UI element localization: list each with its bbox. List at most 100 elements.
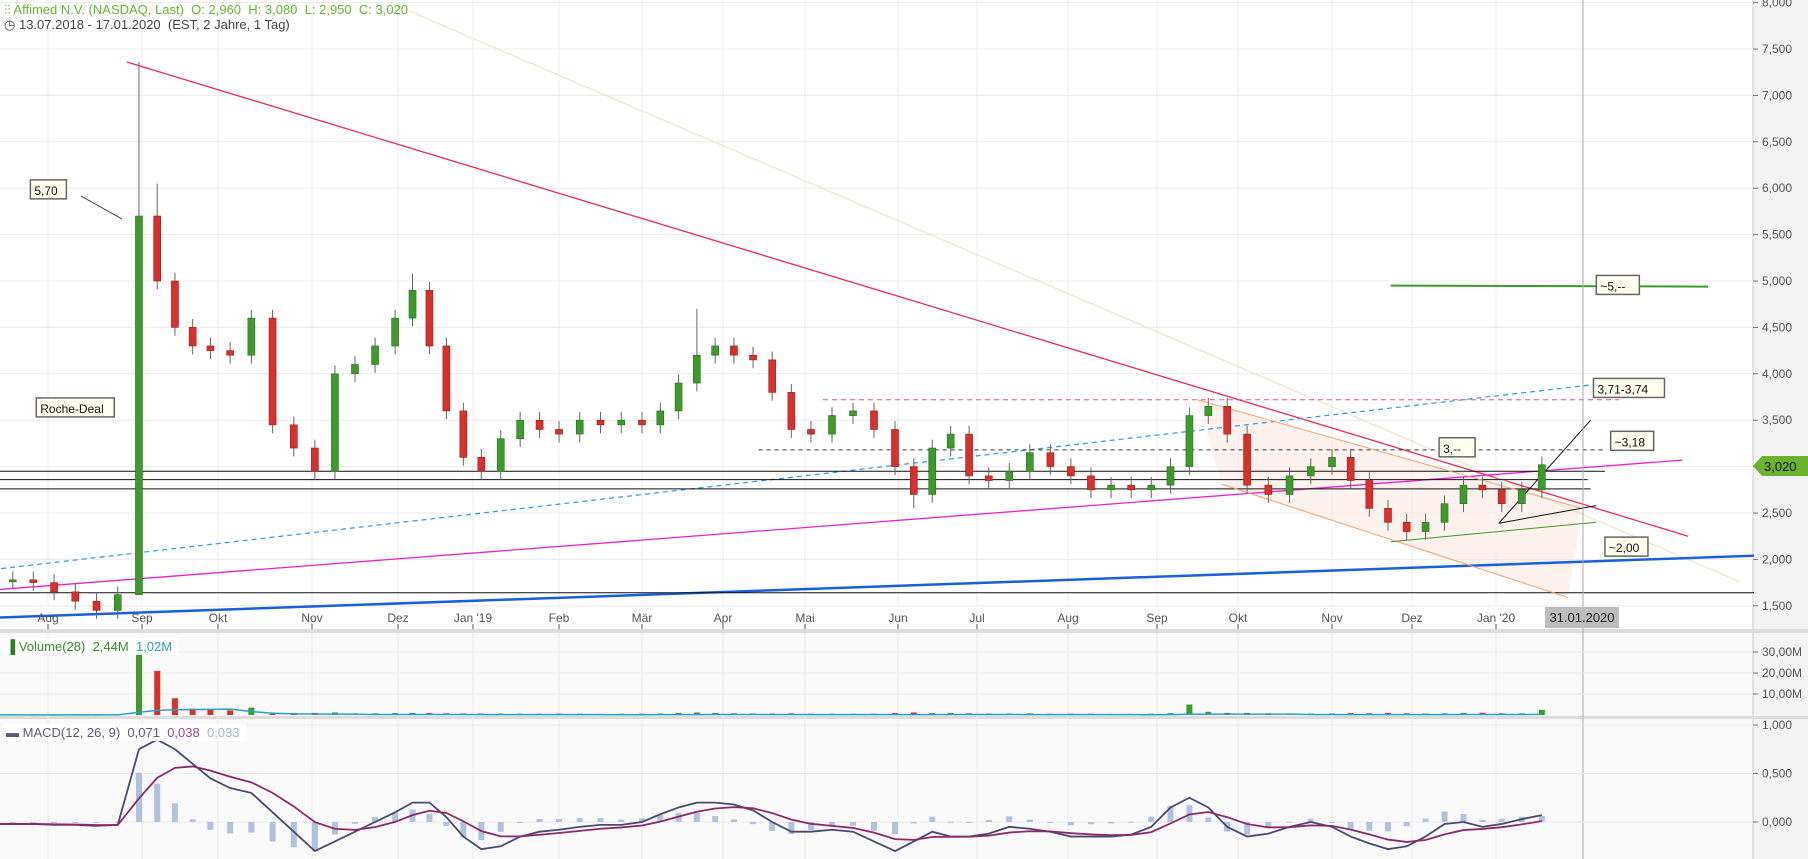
macd-icon: ▬ bbox=[6, 725, 19, 740]
macd-histogram-bar bbox=[1441, 811, 1448, 822]
candle-down bbox=[807, 429, 815, 435]
candle-up bbox=[1185, 415, 1194, 467]
volume-tick-label: 10,00M bbox=[1762, 687, 1802, 701]
candle-up bbox=[849, 410, 857, 416]
instrument-title[interactable]: Affimed N.V. (NASDAQ, Last) bbox=[13, 2, 184, 17]
macd-histogram-bar bbox=[985, 819, 992, 822]
candle-down bbox=[535, 419, 544, 430]
last-price-tag: 3,020 bbox=[1753, 456, 1808, 476]
macd-histogram-bar bbox=[597, 818, 604, 822]
trendline-support-blue[interactable] bbox=[0, 554, 1755, 619]
candle-down bbox=[206, 345, 215, 351]
panel-divider-macd[interactable] bbox=[0, 716, 1808, 719]
macd-legend[interactable]: ▬ MACD(12, 26, 9) 0,071 0,038 0,033 bbox=[2, 724, 246, 741]
macd-histogram-bar bbox=[517, 822, 524, 823]
macd-tick-label: 0,000 bbox=[1762, 815, 1792, 829]
candle-up bbox=[1285, 475, 1294, 495]
macd-histogram-bar bbox=[352, 822, 358, 824]
macd-histogram-bar bbox=[189, 819, 196, 822]
volume-legend[interactable]: ▐ Volume(28) 2,44M 1,02M bbox=[2, 638, 179, 655]
panel-divider-volume[interactable] bbox=[0, 629, 1808, 633]
candle-down bbox=[50, 582, 58, 593]
candle-up bbox=[946, 433, 955, 449]
macd-histogram-bar bbox=[966, 821, 973, 823]
candle-up bbox=[1147, 484, 1156, 491]
price-tick-label: 5,000 bbox=[1762, 274, 1792, 288]
macd-histogram-bar bbox=[871, 822, 877, 831]
macd-histogram-bar bbox=[497, 822, 504, 832]
candle-down bbox=[909, 466, 918, 495]
time-tick-label: Apr bbox=[714, 611, 733, 625]
annotation-label: 3,-- bbox=[1443, 442, 1461, 456]
candle-down bbox=[1497, 489, 1506, 505]
date-range[interactable]: 13.07.2018 - 17.01.2020 bbox=[19, 17, 161, 32]
price-tick-label: 8,000 bbox=[1762, 0, 1792, 10]
macd-histogram-bar bbox=[1329, 822, 1335, 823]
macd-histogram-bar bbox=[712, 816, 719, 822]
macd-histogram-bar bbox=[750, 822, 757, 825]
macd-histogram-bar bbox=[1087, 822, 1094, 825]
candle-up bbox=[496, 438, 505, 472]
candle-up bbox=[135, 215, 143, 595]
candle-up bbox=[617, 419, 626, 426]
candle-up bbox=[1306, 466, 1315, 477]
macd-histogram-bar bbox=[93, 822, 100, 823]
macd-histogram-bar bbox=[693, 812, 700, 822]
macd-histogram-bar bbox=[947, 821, 954, 823]
low-value: L: 2,950 bbox=[304, 2, 352, 17]
candle-down bbox=[1067, 466, 1075, 477]
volume-bar bbox=[1186, 704, 1193, 715]
macd-histogram-bar bbox=[1047, 822, 1054, 823]
candle-up bbox=[928, 447, 937, 495]
candle-up bbox=[1421, 521, 1430, 532]
candle-down bbox=[1087, 475, 1095, 491]
candle-down bbox=[171, 280, 179, 328]
macd-histogram-bar bbox=[154, 783, 161, 822]
time-tick-label: Jan '19 bbox=[454, 611, 493, 625]
histogram-value: 0,033 bbox=[206, 725, 240, 740]
volume-bar bbox=[135, 652, 142, 715]
candle-down bbox=[891, 429, 899, 467]
macd-histogram-bar bbox=[1366, 822, 1373, 831]
signal-value: 0,038 bbox=[167, 725, 200, 740]
macd-histogram-bar bbox=[1498, 818, 1505, 822]
trendline-long-downtrend-beige[interactable] bbox=[389, 2, 1740, 583]
volume-tick-label: 30,00M bbox=[1762, 645, 1802, 659]
candle-down bbox=[1046, 452, 1055, 467]
time-tick-label: Jan '20 bbox=[1477, 611, 1516, 625]
candle-down bbox=[1264, 484, 1273, 495]
candle-up bbox=[711, 345, 719, 356]
candle-up bbox=[1328, 457, 1336, 467]
annotation-label: ~5,-- bbox=[1600, 279, 1625, 293]
open-value: O: 2,960 bbox=[191, 2, 242, 17]
macd-histogram-bar bbox=[1460, 813, 1467, 822]
trendline-target-green[interactable] bbox=[1390, 284, 1709, 288]
volume-bar bbox=[227, 710, 234, 715]
trendline-downtrend-red[interactable] bbox=[126, 61, 1689, 537]
macd-histogram-bar bbox=[207, 822, 214, 830]
time-tick-label: Nov bbox=[301, 611, 322, 625]
macd-histogram-bar bbox=[1205, 817, 1212, 822]
macd-histogram-bar bbox=[171, 803, 178, 822]
last-price-label: 3,020 bbox=[1764, 459, 1797, 474]
macd-histogram-bar bbox=[30, 822, 37, 823]
price-tick-label: 6,000 bbox=[1762, 181, 1792, 195]
candle-up bbox=[674, 382, 683, 412]
chart-canvas[interactable]: 8,000 7,500 7,000 6,500 6,000 5,500 5,000 4,500… bbox=[0, 0, 1808, 859]
close-value: C: 3,020 bbox=[358, 2, 409, 17]
price-tick-label: 4,500 bbox=[1762, 320, 1792, 334]
macd-histogram-bar bbox=[1108, 822, 1115, 824]
macd-histogram-bar bbox=[929, 816, 936, 822]
annotation-label: ~2,00 bbox=[1609, 541, 1640, 555]
candle-up bbox=[1538, 464, 1546, 491]
macd-tick-label: 1,000 bbox=[1762, 718, 1792, 732]
price-tick-label: 7,000 bbox=[1762, 88, 1792, 102]
price-tick-label: 3,500 bbox=[1762, 413, 1792, 427]
candle-down bbox=[870, 410, 878, 430]
candle-down bbox=[638, 419, 646, 426]
volume-label: Volume(28) bbox=[18, 639, 86, 654]
candle-up bbox=[331, 373, 339, 472]
volume-value: 2,44M bbox=[92, 639, 129, 654]
chart-settings[interactable]: (EST, 2 Jahre, 1 Tag) bbox=[168, 17, 290, 32]
volume-tick-label: 20,00M bbox=[1762, 666, 1802, 680]
